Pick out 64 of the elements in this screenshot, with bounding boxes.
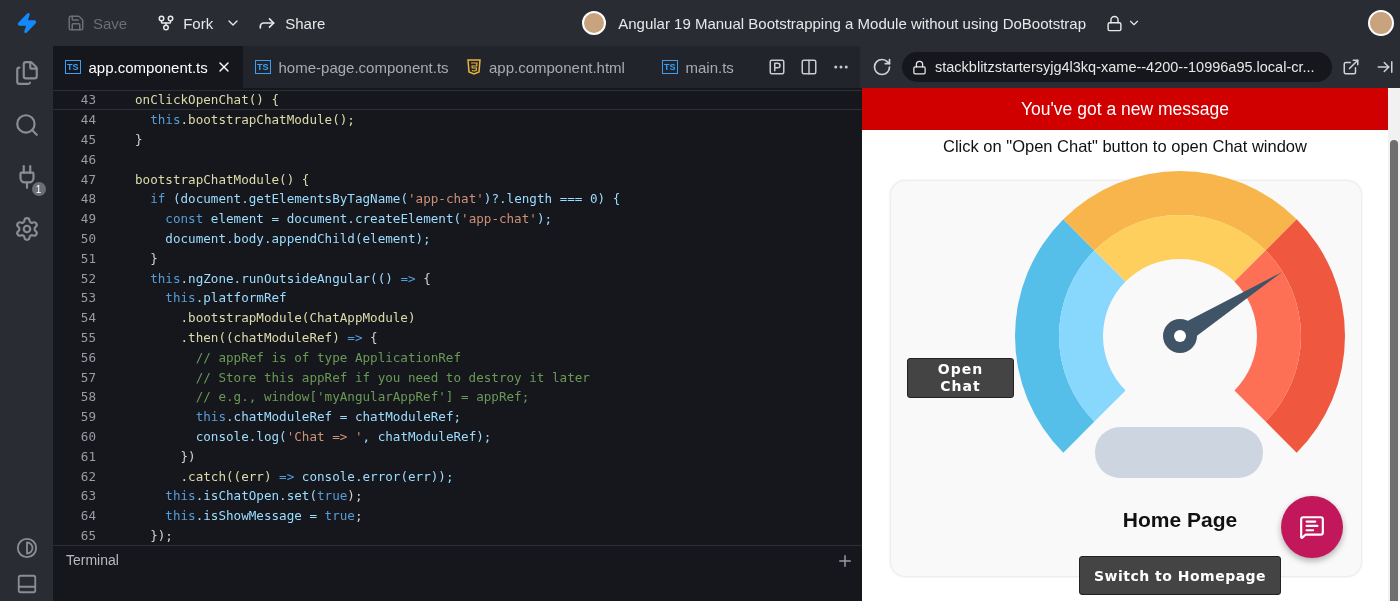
file-tab[interactable]: TS main.ts: [650, 46, 758, 88]
line-number: 44: [79, 112, 97, 128]
file-tab[interactable]: TS app.component.ts: [53, 46, 243, 88]
line-number: 43: [79, 92, 97, 108]
line-number: 46: [79, 151, 97, 167]
url-text: stackblitzstartersyjg4l3kq-xame--4200--10996a95.local-cr...: [935, 59, 1315, 75]
line-number: 61: [79, 448, 97, 464]
line-number: 59: [79, 409, 97, 425]
typescript-icon: TS: [65, 60, 81, 74]
line-number: 45: [79, 132, 97, 147]
url-field[interactable]: stackblitzstartersyjg4l3kq-xame--4200--10996a95.local-cr...: [902, 52, 1332, 82]
message-banner: You've got a new message: [862, 88, 1388, 130]
code-line: if (document.getElementsByTagName('app-chat')?.length === 0) {: [149, 191, 621, 207]
code-line: .then((chatModuleRef) => {: [179, 329, 378, 345]
line-number: 54: [79, 310, 97, 326]
line-number: 57: [79, 369, 97, 385]
switch-button[interactable]: Switch to Homepage: [1079, 556, 1281, 595]
fork-button[interactable]: Fork: [157, 14, 214, 32]
code-line: this.isShowMessage = true;: [164, 508, 363, 524]
code-line: .catch((err) => console.error(err));: [179, 468, 454, 484]
code-line: document.body.appendChild(element);: [164, 230, 431, 246]
page-title: Home Page: [1121, 508, 1239, 532]
line-number: 63: [79, 488, 97, 504]
code-line: this.bootstrapChatModule();: [149, 112, 355, 128]
line-number: 65: [79, 527, 97, 543]
line-number: 51: [79, 250, 97, 266]
typescript-icon: TS: [662, 60, 678, 74]
code-line: this.ngZone.runOutsideAngular(() => {: [149, 270, 431, 286]
project-title: Angular 19 Manual Bootstrapping a Module without using DoBootstrap: [618, 14, 1086, 32]
open-chat-button[interactable]: Open Chat: [907, 358, 1014, 398]
terminal-title[interactable]: Terminal: [66, 552, 119, 601]
code-line: this.platformRef: [164, 290, 287, 306]
code-line: .bootstrapModule(ChatAppModule): [179, 310, 416, 326]
line-number: 64: [79, 508, 97, 524]
code-line: });: [149, 527, 173, 543]
line-number: 49: [79, 211, 97, 227]
line-number: 52: [79, 270, 97, 286]
code-line: onClickOpenChat() {: [135, 92, 280, 108]
line-number: 56: [79, 349, 97, 365]
code-line: }: [135, 132, 143, 147]
instruction-text: Click on "Open Chat" button to open Chat window: [943, 137, 1307, 156]
code-line: // appRef is of type ApplicationRef: [194, 349, 462, 365]
code-line: const element = document.createElement('app-chat');: [164, 211, 553, 227]
line-number: 60: [79, 428, 97, 444]
share-button[interactable]: Share: [257, 13, 326, 33]
line-number: 62: [79, 468, 97, 484]
line-number: 48: [79, 191, 97, 207]
line-number: 53: [79, 290, 97, 306]
typescript-icon: TS: [255, 60, 271, 74]
file-tab[interactable]: app.component.html: [455, 46, 650, 88]
line-number: 47: [79, 171, 97, 187]
line-number: 58: [79, 389, 97, 405]
line-number: 50: [79, 230, 97, 246]
code-line: bootstrapChatModule() {: [135, 171, 310, 187]
code-line: // e.g., window['myAngularAppRef'] = appRef;: [194, 389, 530, 405]
file-tab[interactable]: TS home-page.component.ts: [243, 46, 455, 88]
code-line: this.isChatOpen.set(true);: [164, 488, 363, 504]
code-line: }: [149, 250, 158, 266]
code-line: // Store this appRef if you need to destroy it later: [194, 369, 590, 385]
code-line: }): [179, 448, 196, 464]
code-line: console.log('Chat => ', chatModuleRef);: [194, 428, 492, 444]
count-badge: 1: [31, 182, 46, 196]
code-line: this.chatModuleRef = chatModuleRef;: [194, 409, 462, 425]
line-number: 55: [79, 329, 97, 345]
